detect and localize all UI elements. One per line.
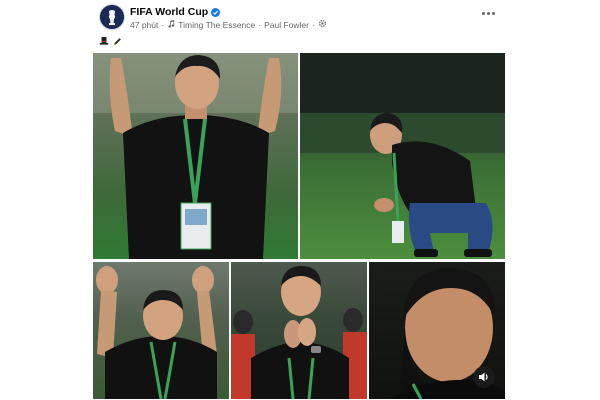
verified-badge-icon (211, 7, 221, 17)
page-avatar[interactable] (99, 4, 125, 30)
photo-coach-applauding-image (93, 53, 298, 259)
post-header-title: FIFA World Cup (130, 6, 221, 18)
music-note-icon (167, 19, 175, 30)
post-meta: 47 phút · Timing The Essence · Paul Fowl… (130, 19, 327, 30)
speaker-icon[interactable] (473, 366, 495, 388)
post-card: FIFA World Cup 47 phút · Timing The Esse… (0, 0, 600, 400)
fifa-world-cup-logo-icon (100, 5, 124, 29)
photo-coach-crouching[interactable] (300, 53, 505, 259)
top-hat-icon (99, 36, 109, 48)
photo-coach-waving-image (96, 266, 217, 399)
photo-coach-clapping-image (231, 266, 367, 399)
gear-icon[interactable] (318, 19, 327, 30)
pencil-icon (113, 37, 122, 48)
music-artist[interactable]: Paul Fowler (264, 20, 309, 30)
music-title[interactable]: Timing The Essence (178, 20, 255, 30)
post-timestamp[interactable]: 47 phút (130, 20, 158, 30)
more-options-icon[interactable] (478, 6, 498, 20)
settings-separator: · (311, 19, 315, 30)
music-separator: · (258, 19, 262, 30)
photo-coach-applauding[interactable] (93, 53, 298, 259)
meta-separator: · (161, 19, 165, 30)
photo-coach-waving[interactable] (93, 262, 229, 399)
photo-coach-crouching-image (300, 53, 505, 257)
photo-coach-clapping[interactable] (231, 262, 367, 399)
post-caption (99, 36, 122, 48)
page-name-link[interactable]: FIFA World Cup (130, 6, 208, 18)
